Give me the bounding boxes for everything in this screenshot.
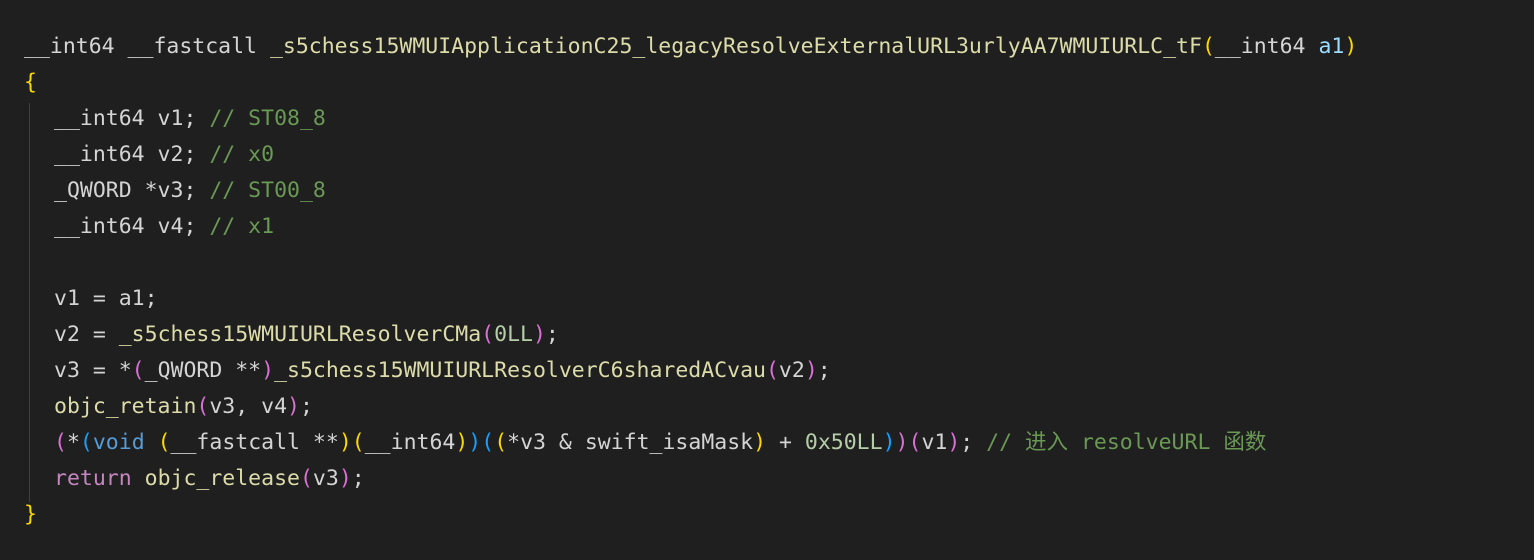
code-token: + [766, 430, 805, 455]
code-token: __fastcall ** [170, 430, 339, 455]
code-token: // x0 [209, 142, 275, 167]
code-line-content [0, 250, 54, 275]
code-token: return [54, 466, 132, 491]
code-token: // ST00_8 [209, 178, 326, 203]
code-token: ) [532, 322, 546, 347]
code-token: __int64 [1214, 34, 1319, 59]
code-token: 0x50LL [804, 430, 883, 455]
code-line-content: __int64 v2; // x0 [0, 142, 274, 167]
code-token: ( [299, 466, 313, 491]
code-line-content: } [0, 502, 37, 527]
code-token: // ST08_8 [209, 106, 326, 131]
code-line-content: v3 = *(_QWORD **)_s5chess15WMUIURLResolv… [0, 358, 831, 383]
code-token: ( [481, 322, 495, 347]
code-line: return objc_release(v3); [0, 461, 365, 497]
code-line: _QWORD *v3; // ST00_8 [0, 173, 326, 209]
code-token: __int64 v4; [54, 214, 210, 239]
code-token: v2 = [54, 322, 119, 347]
code-line: v2 = _s5chess15WMUIURLResolverCMa(0LL); [0, 317, 559, 353]
code-token: 0LL [494, 322, 533, 347]
code-token: ) [261, 358, 275, 383]
code-line: __int64 __fastcall _s5chess15WMUIApplica… [0, 29, 1357, 65]
code-token: _s5chess15WMUIApplicationC25_legacyResol… [269, 34, 1202, 59]
code-token: ( [765, 358, 779, 383]
code-token: { [24, 70, 37, 95]
code-token: ; [960, 430, 987, 455]
code-token: ( [131, 358, 145, 383]
code-token: ) [455, 430, 469, 455]
code-token: ) [1344, 34, 1358, 59]
code-line: v3 = *(_QWORD **)_s5chess15WMUIURLResolv… [0, 353, 831, 389]
code-line-content: _QWORD *v3; // ST00_8 [0, 178, 326, 203]
code-token: ( [79, 430, 93, 455]
code-token: v2 [778, 358, 805, 383]
code-token: _s5chess15WMUIURLResolverC6sharedACvau [274, 358, 766, 383]
code-line: (*(void (__fastcall **)(__int64))((*v3 &… [0, 425, 1266, 461]
code-token: ) [287, 394, 300, 419]
code-token: ( [481, 430, 495, 455]
code-token: ; [299, 394, 313, 419]
code-token: // 进入 resolveURL 函数 [986, 430, 1267, 455]
code-token: ) [895, 430, 909, 455]
code-token: ) [947, 430, 961, 455]
code-token: ) [753, 430, 767, 455]
code-token: ) [338, 466, 352, 491]
code-token: ( [54, 430, 67, 455]
code-token: __int64 v1; [54, 106, 210, 131]
code-token: v3 = * [54, 358, 132, 383]
code-line: } [0, 497, 37, 533]
code-line: __int64 v4; // x1 [0, 209, 274, 245]
code-token: v3, v4 [209, 394, 288, 419]
code-line-content: v1 = a1; [0, 286, 158, 311]
code-line-content: return objc_release(v3); [0, 466, 365, 491]
code-line: __int64 v1; // ST08_8 [0, 101, 326, 137]
code-token: v1 [921, 430, 948, 455]
code-token: __int64 __fastcall [24, 34, 270, 59]
code-token: ) [338, 430, 352, 455]
code-token: ; [545, 322, 559, 347]
code-token: void [92, 430, 145, 455]
code-line-content: __int64 v1; // ST08_8 [0, 106, 326, 131]
code-token: ( [908, 430, 922, 455]
code-token: objc_release [144, 466, 300, 491]
code-token: ( [196, 394, 210, 419]
code-token: _s5chess15WMUIURLResolverCMa [118, 322, 482, 347]
code-token: * [66, 430, 80, 455]
code-token: ) [882, 430, 896, 455]
code-line-content: { [0, 70, 37, 95]
code-line: { [0, 65, 37, 101]
code-token: // x1 [209, 214, 275, 239]
code-token: ( [351, 430, 365, 455]
code-line: v1 = a1; [0, 281, 158, 317]
code-token: ) [468, 430, 482, 455]
code-token: ) [804, 358, 818, 383]
code-token: objc_retain [54, 394, 197, 419]
code-token: v1 = a1; [54, 286, 158, 311]
code-token: ( [494, 430, 508, 455]
code-line: __int64 v2; // x0 [0, 137, 274, 173]
code-line-content: __int64 __fastcall _s5chess15WMUIApplica… [0, 34, 1357, 59]
code-token: v3 [312, 466, 339, 491]
code-editor[interactable]: __int64 __fastcall _s5chess15WMUIApplica… [0, 0, 1534, 560]
code-line-content: objc_retain(v3, v4); [0, 394, 313, 419]
code-line-content: v2 = _s5chess15WMUIURLResolverCMa(0LL); [0, 322, 559, 347]
code-token: ; [351, 466, 365, 491]
code-line [0, 245, 54, 281]
code-token: __int64 [364, 430, 456, 455]
code-token: _QWORD *v3; [54, 178, 210, 203]
code-token: ( [1201, 34, 1215, 59]
code-token: ; [817, 358, 831, 383]
code-line-content: (*(void (__fastcall **)(__int64))((*v3 &… [0, 430, 1266, 455]
code-token: } [24, 502, 37, 527]
code-line: objc_retain(v3, v4); [0, 389, 313, 425]
code-token: _QWORD ** [144, 358, 262, 383]
code-line-content: __int64 v4; // x1 [0, 214, 274, 239]
code-token: a1 [1318, 34, 1345, 59]
code-token: *v3 & swift_isaMask [507, 430, 754, 455]
code-token: ( [157, 430, 171, 455]
code-token: __int64 v2; [54, 142, 210, 167]
